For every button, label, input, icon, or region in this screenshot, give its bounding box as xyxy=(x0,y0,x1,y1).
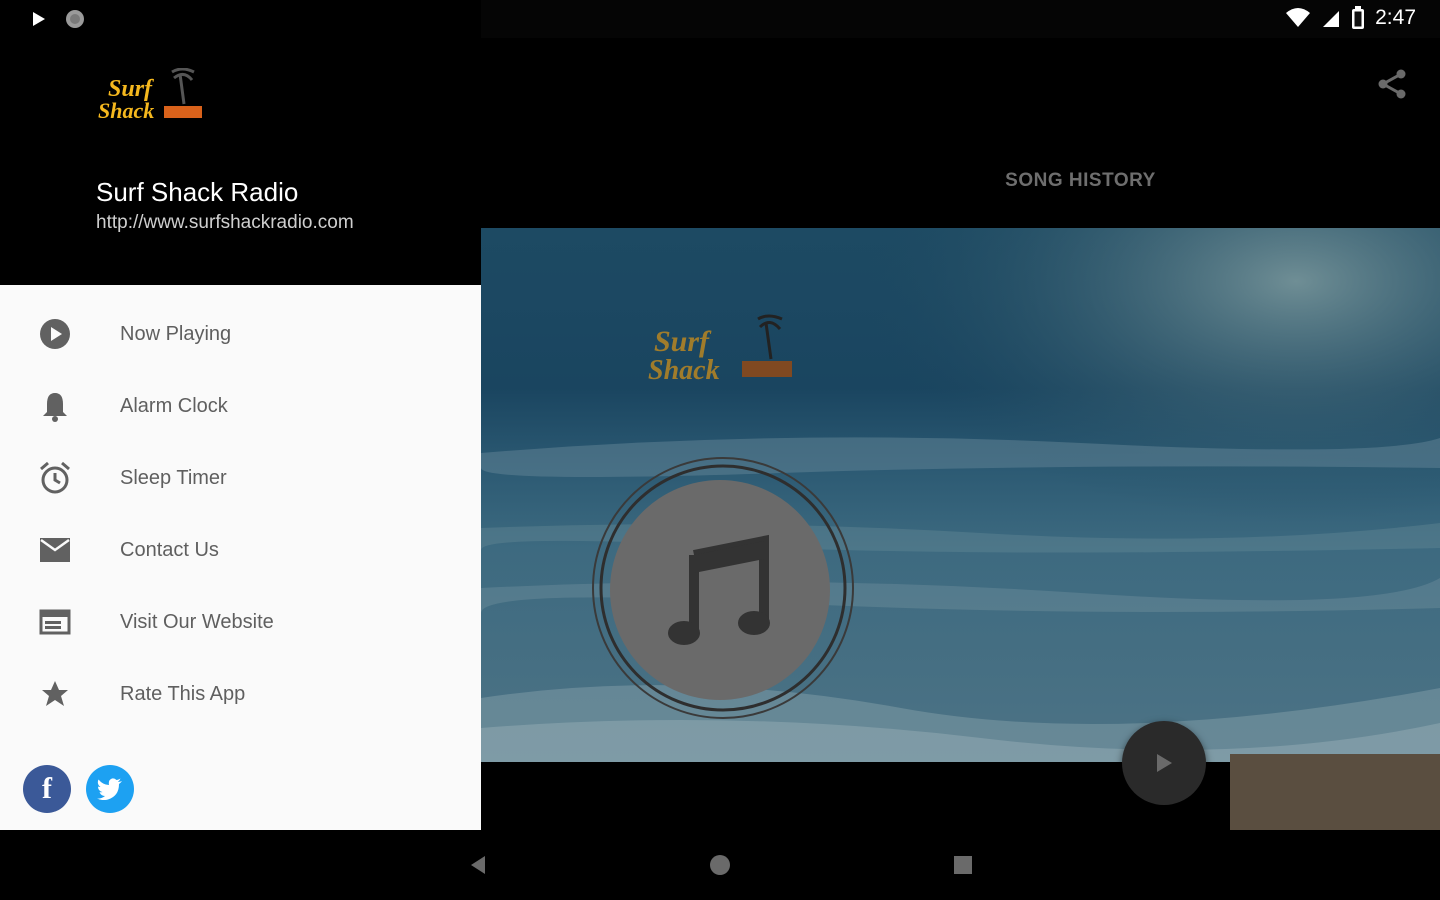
svg-text:Shack: Shack xyxy=(98,98,154,123)
recents-button[interactable] xyxy=(948,850,978,880)
menu-label: Alarm Clock xyxy=(120,394,228,417)
battery-icon xyxy=(1352,6,1365,29)
menu-label: Visit Our Website xyxy=(120,610,274,633)
alarm-clock-icon xyxy=(36,459,74,497)
wifi-icon xyxy=(1286,8,1311,27)
navigation-drawer: Now Playing Alarm Clock Sleep Timer Cont… xyxy=(0,285,481,830)
status-bar-system: 2:47 xyxy=(1285,6,1416,30)
home-button[interactable] xyxy=(705,850,735,880)
share-icon xyxy=(1378,69,1406,99)
wave-background-image: Surf Shack xyxy=(481,228,1440,762)
star-icon xyxy=(36,675,74,713)
menu-item-contact-us[interactable]: Contact Us xyxy=(0,518,481,582)
menu-item-sleep-timer[interactable]: Sleep Timer xyxy=(0,446,481,510)
twitter-button[interactable] xyxy=(86,765,134,813)
menu-label: Sleep Timer xyxy=(120,466,227,489)
share-button[interactable] xyxy=(1374,66,1410,102)
drawer-header: Surf Shack Surf Shack Radio http://www.s… xyxy=(0,38,481,285)
mail-icon xyxy=(36,531,74,569)
play-icon xyxy=(1157,754,1172,772)
station-logo: Surf Shack xyxy=(96,67,206,133)
status-time: 2:47 xyxy=(1375,6,1416,29)
svg-text:Shack: Shack xyxy=(648,355,720,386)
album-art-disc[interactable] xyxy=(588,453,858,723)
system-navigation-bar xyxy=(0,830,1440,900)
now-playing-screen: SONG HISTORY Surf Shack xyxy=(481,38,1440,830)
recents-icon xyxy=(954,856,972,874)
music-note-icon xyxy=(668,534,770,645)
mini-player-artwork xyxy=(1230,754,1440,830)
station-logo-watermark: Surf Shack xyxy=(646,313,796,393)
play-button[interactable] xyxy=(1122,721,1206,805)
tab-song-history[interactable]: SONG HISTORY xyxy=(601,170,1440,192)
svg-text:Surf: Surf xyxy=(654,325,712,358)
station-name: Surf Shack Radio xyxy=(96,177,299,207)
bell-icon xyxy=(36,387,74,425)
menu-item-now-playing[interactable]: Now Playing xyxy=(0,302,481,366)
menu-item-rate-app[interactable]: Rate This App xyxy=(0,662,481,726)
signal-icon xyxy=(1323,11,1340,27)
menu-item-alarm-clock[interactable]: Alarm Clock xyxy=(0,374,481,438)
menu-item-visit-website[interactable]: Visit Our Website xyxy=(0,590,481,654)
twitter-icon xyxy=(97,778,122,800)
home-icon xyxy=(710,855,730,875)
menu-label: Now Playing xyxy=(120,322,232,345)
back-icon xyxy=(471,856,485,874)
web-icon xyxy=(36,603,74,641)
facebook-button[interactable]: f xyxy=(23,765,71,813)
menu-label: Rate This App xyxy=(120,682,246,705)
back-button[interactable] xyxy=(463,850,493,880)
record-icon xyxy=(66,10,84,28)
station-url[interactable]: http://www.surfshackradio.com xyxy=(96,210,366,235)
status-bar-notifications xyxy=(30,8,86,30)
play-icon xyxy=(33,12,45,26)
menu-label: Contact Us xyxy=(120,538,219,561)
status-bar: 2:47 xyxy=(0,0,1440,38)
play-circle-icon xyxy=(36,315,74,353)
facebook-icon: f xyxy=(42,772,52,805)
